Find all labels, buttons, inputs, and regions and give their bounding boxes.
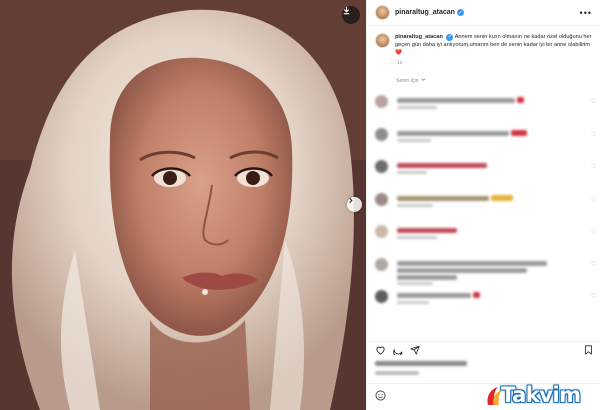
action-bar (367, 341, 600, 357)
comment-meta-blurred (397, 106, 437, 109)
avatar[interactable] (375, 225, 388, 238)
chevron-down-icon (421, 77, 426, 84)
likes-count-blurred (375, 361, 467, 366)
heart-icon[interactable]: ♡ (591, 293, 596, 300)
watermark-text: Takvim (501, 383, 581, 407)
comment-icon[interactable] (393, 345, 403, 355)
post-details-panel: pinaraltug_atacan ✓ ••• pinaraltug_ataca… (366, 0, 600, 410)
takvim-watermark: Takvim (484, 382, 598, 409)
comment-text-blurred (397, 293, 471, 298)
smiley-icon[interactable] (375, 388, 386, 406)
caption: pinaraltug_atacan ✓ Annem senin kızın ol… (367, 26, 600, 57)
heart-emoji: ❤️ (395, 50, 402, 56)
avatar[interactable] (375, 95, 388, 108)
avatar[interactable] (375, 127, 388, 141)
comment-text-blurred (397, 130, 509, 136)
comment-meta-blurred (397, 171, 427, 174)
verified-badge-icon: ✓ (446, 33, 454, 41)
comment-row: ♡ (375, 257, 597, 286)
comment-text-blurred (397, 98, 515, 103)
heart-icon[interactable] (375, 345, 386, 355)
for-you-label: Senin için (396, 77, 419, 84)
heart-icon[interactable]: ♡ (591, 98, 596, 105)
avatar[interactable] (375, 257, 388, 271)
comment-row: ♡ (375, 192, 597, 221)
post-photo[interactable] (0, 0, 366, 410)
comment-emoji-blurred (517, 97, 524, 103)
avatar[interactable] (375, 5, 390, 20)
heart-icon[interactable]: ♡ (591, 196, 596, 203)
for-you-filter[interactable]: Senin için (396, 77, 600, 84)
comment-text-blurred (397, 163, 487, 168)
heart-icon[interactable]: ♡ (591, 131, 596, 138)
bookmark-icon[interactable] (584, 344, 593, 355)
comment-row: ♡ (375, 290, 597, 318)
post-date-blurred (375, 371, 419, 375)
verified-badge-icon: ✓ (456, 9, 464, 16)
download-button[interactable] (342, 6, 360, 24)
heart-icon[interactable]: ♡ (591, 228, 596, 235)
comment-meta-blurred (397, 301, 429, 304)
more-horizontal-icon[interactable]: ••• (580, 8, 592, 18)
comment-row: ♡ (375, 160, 597, 188)
comment-text-blurred (397, 267, 527, 273)
comment-row: ♡ (375, 95, 597, 123)
comment-emoji-blurred (511, 129, 527, 136)
author-username[interactable]: pinaraltug_atacan (395, 9, 455, 16)
comment-text-blurred (397, 195, 489, 201)
comment-meta-blurred (397, 236, 437, 239)
caption-username[interactable]: pinaraltug_atacan (395, 34, 443, 40)
comment-row: ♡ (375, 127, 597, 156)
comment-meta-blurred (397, 203, 433, 207)
avatar[interactable] (375, 192, 388, 206)
comment-text-blurred (397, 274, 457, 280)
avatar[interactable] (375, 33, 390, 48)
portrait-image (0, 0, 366, 410)
post-header: pinaraltug_atacan ✓ ••• (367, 0, 600, 26)
share-icon[interactable] (410, 345, 420, 355)
heart-icon[interactable]: ♡ (591, 261, 596, 268)
avatar[interactable] (375, 160, 388, 173)
heart-icon[interactable]: ♡ (591, 163, 596, 170)
comment-row: ♡ (375, 225, 597, 253)
comment-emoji-blurred (491, 194, 513, 201)
comment-emoji-blurred (473, 292, 480, 298)
comment-meta-blurred (397, 281, 433, 285)
next-photo-button[interactable] (347, 197, 362, 212)
post-time: 1s (397, 60, 403, 66)
avatar[interactable] (375, 290, 388, 303)
comment-meta-blurred (397, 138, 431, 142)
comment-text-blurred (397, 260, 547, 266)
comment-text-blurred (397, 228, 457, 233)
